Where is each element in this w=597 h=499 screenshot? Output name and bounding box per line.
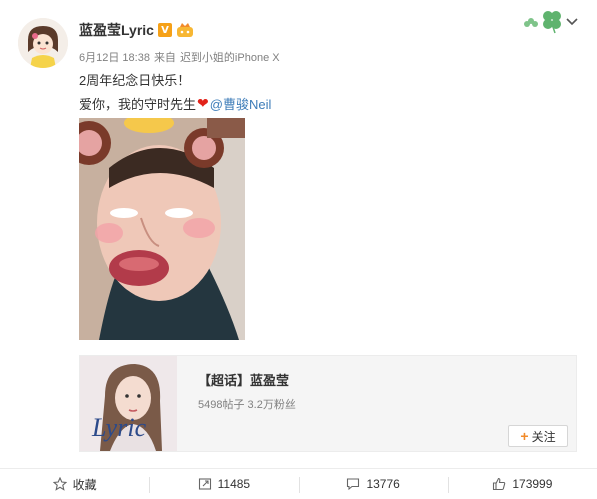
- card-title[interactable]: 【超话】蓝盈莹: [198, 370, 289, 389]
- post-date[interactable]: 6月12日 18:38: [79, 49, 150, 65]
- follow-button[interactable]: + 关注: [508, 425, 568, 447]
- thumbs-up-icon: [493, 477, 506, 491]
- post-meta: 6月12日 18:38 来自 迟到小姐的iPhone X: [79, 49, 280, 65]
- comment-count: 13776: [366, 477, 400, 491]
- repost-count: 11485: [217, 477, 251, 491]
- author-row: 蓝盈莹Lyric V: [79, 20, 194, 40]
- post-text-line1: 2周年纪念日快乐！: [79, 73, 191, 88]
- verified-icon: V: [157, 23, 172, 37]
- post-photo[interactable]: [79, 118, 245, 340]
- repost-icon: [198, 478, 211, 490]
- post-text-line2: 爱你，我的守时先生 ❤ @曹骏Neil: [79, 94, 271, 113]
- super-topic-card[interactable]: Lyric 【超话】蓝盈莹 5498帖子 3.2万粉丝 + 关注: [79, 355, 577, 452]
- heart-icon: ❤: [197, 95, 209, 111]
- like-button[interactable]: 173999: [447, 469, 597, 499]
- author-avatar[interactable]: [18, 18, 68, 68]
- comment-icon: [347, 478, 360, 491]
- mention-link[interactable]: @曹骏Neil: [210, 94, 272, 113]
- favorite-button[interactable]: 收藏: [0, 469, 149, 499]
- author-name[interactable]: 蓝盈莹Lyric: [79, 20, 154, 40]
- comment-button[interactable]: 13776: [298, 469, 448, 499]
- chevron-down-icon[interactable]: [565, 14, 579, 28]
- card-image: Lyric: [80, 356, 177, 451]
- post-source: 迟到小姐的iPhone X: [179, 52, 280, 64]
- source-prefix: 来自: [153, 52, 176, 64]
- favorite-label: 收藏: [72, 477, 97, 492]
- action-toolbar: 收藏 11485 13776 173999: [0, 468, 597, 499]
- like-count: 173999: [512, 477, 553, 491]
- repost-button[interactable]: 11485: [149, 469, 298, 499]
- member-crown-icon: [176, 23, 193, 37]
- post-text-body: 爱你，我的守时先生: [79, 97, 197, 112]
- follow-label: 关注: [531, 429, 556, 444]
- card-image-caption: Lyric: [91, 413, 147, 442]
- star-icon: [52, 477, 67, 491]
- card-stats: 5498帖子 3.2万粉丝: [198, 399, 296, 411]
- plus-icon: +: [520, 428, 529, 444]
